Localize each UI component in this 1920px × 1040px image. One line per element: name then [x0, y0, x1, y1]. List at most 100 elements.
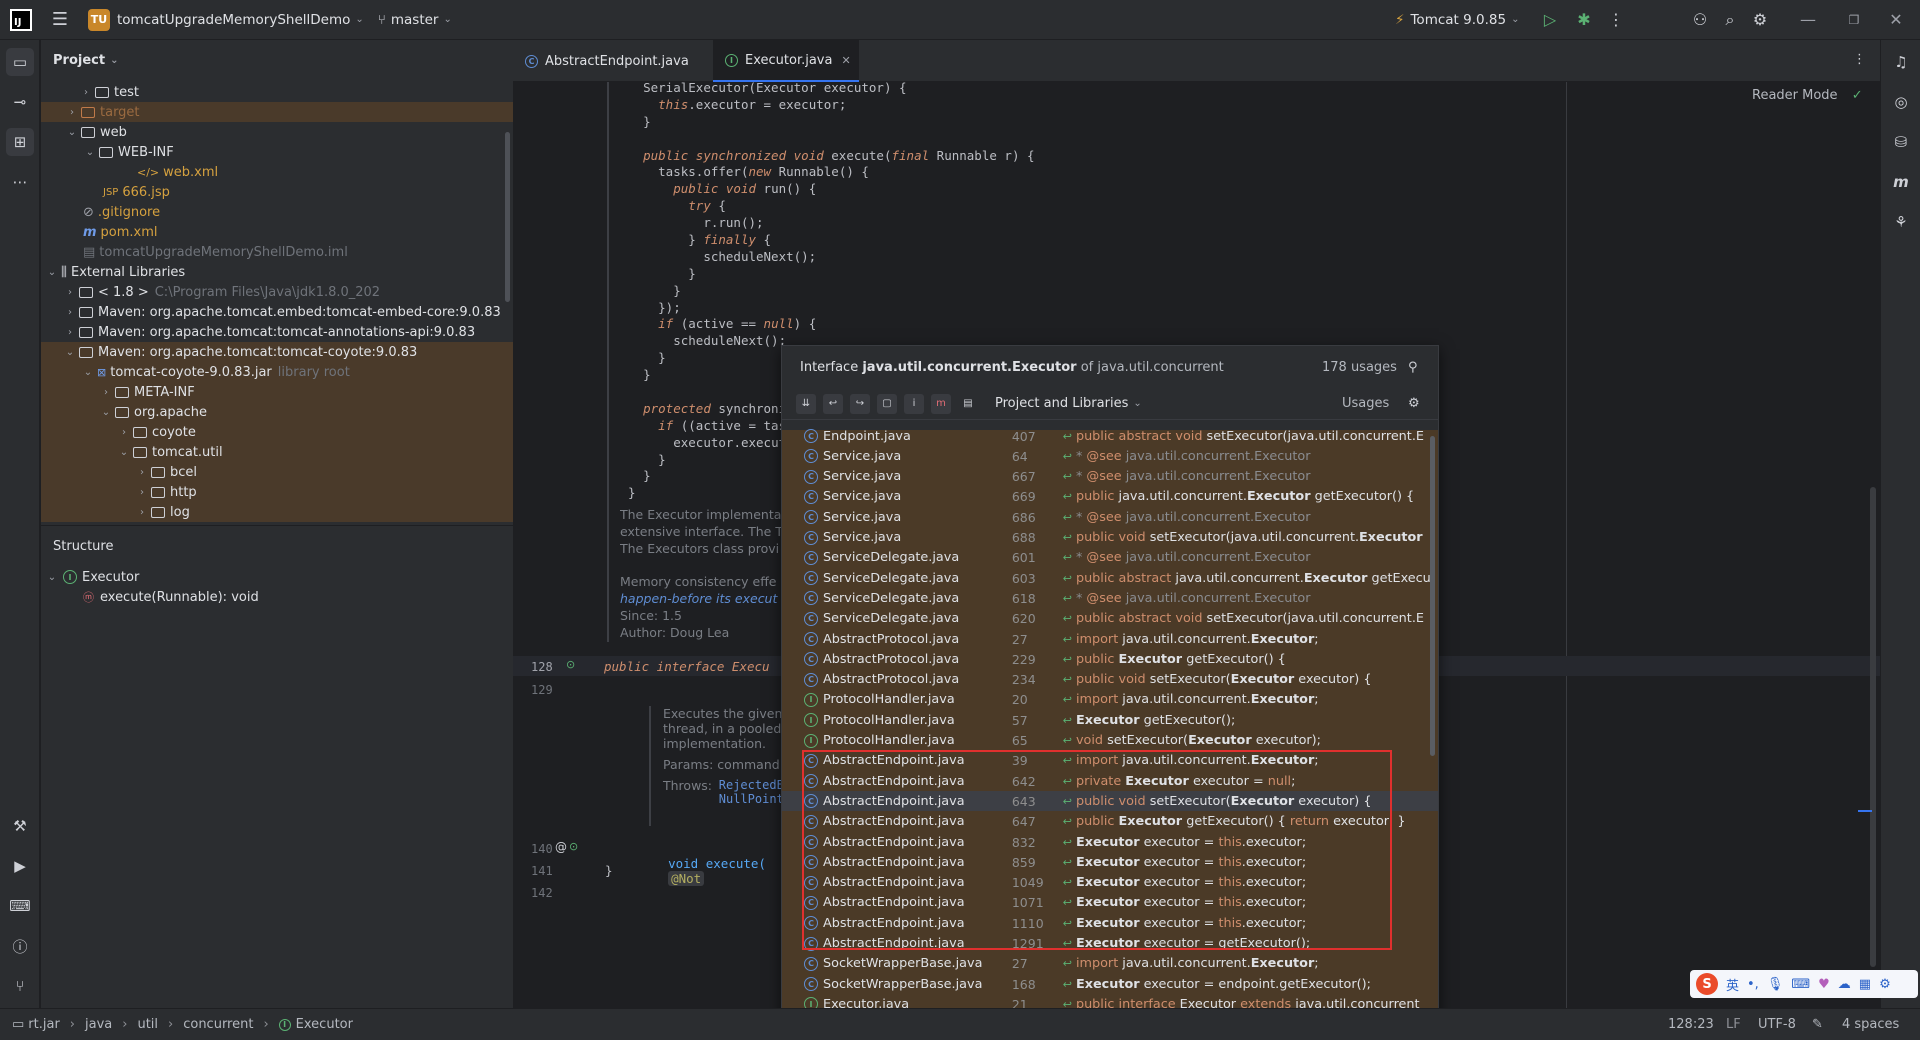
close-window-icon[interactable]: ✕ — [1876, 10, 1916, 29]
usage-row[interactable]: C AbstractProtocol.java 234 ↩ public void se… — [782, 670, 1438, 690]
breadcrumb-item[interactable]: Executor — [296, 1017, 353, 1032]
chevron-right-icon[interactable]: › — [63, 327, 77, 338]
breadcrumb-item[interactable]: util — [137, 1017, 158, 1032]
toolbox-icon[interactable]: ▦ — [1859, 977, 1871, 992]
database-icon[interactable]: ⛁ — [1887, 128, 1915, 156]
tree-row-666-jsp[interactable]: JSP 666.jsp — [41, 182, 513, 202]
readonly-lock-icon[interactable]: ✎ — [1812, 1017, 1823, 1032]
chevron-down-icon[interactable]: ⌄ — [117, 447, 131, 458]
structure-icon[interactable]: ⊞ — [6, 128, 34, 156]
group-by-module-icon[interactable]: ▢ — [877, 393, 897, 414]
tree-row-meta-inf[interactable]: › META-INF — [41, 382, 513, 402]
more-tools-icon[interactable]: ⋯ — [6, 168, 34, 196]
chevron-down-icon[interactable]: ⌄ — [65, 127, 79, 138]
settings-gear-icon[interactable]: ⚙ — [1408, 396, 1420, 411]
project-badge[interactable]: TU — [88, 8, 110, 31]
pin-icon[interactable]: ⚲ — [1408, 360, 1418, 375]
preview-icon[interactable]: ▤ — [958, 394, 978, 414]
usage-row[interactable]: I ProtocolHandler.java 65 ↩ void setExecutor… — [782, 731, 1438, 751]
tree-row-http[interactable]: › http — [41, 482, 513, 502]
method-filter-icon[interactable]: m — [931, 393, 951, 414]
maven-icon[interactable]: m — [1887, 168, 1915, 196]
tree-row-target[interactable]: › target — [41, 102, 513, 122]
tree-row-external-libraries[interactable]: ⌄ ⫼ External Libraries — [41, 262, 513, 282]
tab-executor[interactable]: I Executor.java ✕ — [713, 40, 859, 82]
minimize-icon[interactable]: — — [1788, 10, 1828, 29]
problems-icon[interactable]: ⓘ — [6, 932, 34, 960]
tree-row-maven-embed-core[interactable]: › Maven: org.apache.tomcat.embed:tomcat-e… — [41, 302, 513, 322]
chevron-down-icon[interactable]: ⌄ — [99, 407, 113, 418]
tree-row-web-xml[interactable]: </> web.xml — [41, 162, 513, 182]
microphone-icon[interactable]: 🎙 — [1767, 977, 1784, 992]
usage-row[interactable]: C ServiceDelegate.java 620 ↩ public abstract… — [782, 609, 1438, 629]
file-encoding[interactable]: UTF-8 — [1758, 1017, 1796, 1032]
commit-icon[interactable]: ⊸ — [6, 88, 34, 116]
tree-row-org-apache[interactable]: ⌄ org.apache — [41, 402, 513, 422]
reader-mode-toggle[interactable]: Reader Mode ✓ — [1752, 88, 1863, 103]
annotation-gutter-icon[interactable]: @ — [555, 840, 567, 854]
breadcrumb-item[interactable]: rt.jar — [28, 1017, 60, 1032]
run-config-selector[interactable]: ⚡ Tomcat 9.0.85 ⌄ — [1395, 12, 1519, 28]
main-menu-icon[interactable]: ☰ — [48, 9, 72, 30]
implemented-gutter-icon[interactable]: ⊙ — [569, 840, 578, 853]
usage-row[interactable]: C Service.java 688 ↩ public void setExecutor… — [782, 528, 1438, 548]
tree-row-pom-xml[interactable]: m pom.xml — [41, 222, 513, 242]
usage-row[interactable]: C ServiceDelegate.java 603 ↩ public abstract… — [782, 568, 1438, 588]
tree-row-web[interactable]: ⌄ web — [41, 122, 513, 142]
add-user-icon[interactable]: ⚇ — [1688, 10, 1712, 29]
keyboard-icon[interactable]: ⌨ — [1791, 977, 1810, 992]
settings-gear-icon[interactable]: ⚙ — [1748, 10, 1772, 29]
chevron-down-icon[interactable]: ⌄ — [83, 147, 97, 158]
tree-row-jdk[interactable]: › < 1.8 > C:\Program Files\Java\jdk1.8.0_2… — [41, 282, 513, 302]
terminal-icon[interactable]: ⌨ — [6, 892, 34, 920]
project-selector[interactable]: tomcatUpgradeMemoryShellDemo ⌄ — [117, 12, 364, 28]
run-icon[interactable]: ▷ — [1538, 10, 1562, 29]
punctuation-icon[interactable]: •, — [1747, 977, 1759, 992]
usage-row[interactable]: C Service.java 669 ↩ public java.util.concur… — [782, 487, 1438, 507]
chevron-right-icon[interactable]: › — [65, 107, 79, 118]
usage-row[interactable]: I ProtocolHandler.java 57 ↩ Executor getExec… — [782, 710, 1438, 730]
usage-row[interactable]: C ServiceDelegate.java 601 ↩ * @see java.uti… — [782, 548, 1438, 568]
hierarchy-icon[interactable]: ⚘ — [1887, 208, 1915, 236]
tree-row-test[interactable]: › test — [41, 82, 513, 102]
search-icon[interactable]: ⌕ — [1718, 10, 1742, 30]
tree-row-log[interactable]: › log — [41, 502, 513, 522]
chevron-right-icon[interactable]: › — [135, 487, 149, 498]
close-tab-icon[interactable]: ✕ — [841, 54, 850, 67]
usage-row[interactable]: C AbstractProtocol.java 229 ↩ public Executo… — [782, 649, 1438, 669]
chevron-right-icon[interactable]: › — [63, 287, 77, 298]
cloud-icon[interactable]: ☁ — [1838, 977, 1851, 992]
indent-setting[interactable]: 4 spaces — [1842, 1017, 1899, 1032]
chevron-right-icon[interactable]: › — [99, 387, 113, 398]
ime-language[interactable]: 英 — [1726, 975, 1739, 994]
structure-item-execute[interactable]: ⓜ execute(Runnable): void — [41, 587, 513, 607]
usage-row[interactable]: C SocketWrapperBase.java 168 ↩ Executor exec… — [782, 974, 1438, 994]
usage-row[interactable]: C AbstractProtocol.java 27 ↩ import java.uti… — [782, 629, 1438, 649]
usages-scrollbar[interactable] — [1430, 436, 1435, 756]
debug-icon[interactable]: ✱ — [1572, 10, 1596, 29]
breadcrumb-item[interactable]: concurrent — [183, 1017, 253, 1032]
chevron-right-icon[interactable]: › — [135, 507, 149, 518]
notifications-bell-icon[interactable]: ♫ — [1887, 48, 1915, 76]
caret-position[interactable]: 128:23 — [1668, 1017, 1714, 1032]
info-icon[interactable]: i — [904, 393, 924, 414]
chevron-down-icon[interactable]: ⌄ — [81, 367, 95, 378]
tree-row-iml[interactable]: ▤ tomcatUpgradeMemoryShellDemo.iml — [41, 242, 513, 262]
chevron-right-icon[interactable]: › — [79, 87, 93, 98]
line-separator[interactable]: LF — [1726, 1017, 1741, 1032]
breadcrumb-item[interactable]: java — [85, 1017, 112, 1032]
branch-selector[interactable]: ⑂ master ⌄ — [378, 12, 452, 28]
git-icon[interactable]: ⑂ — [6, 972, 34, 1000]
ime-toolbar[interactable]: S 英 •, 🎙 ⌨ ♥ ☁ ▦ ⚙ — [1690, 970, 1918, 998]
tabs-more-icon[interactable]: ⋮ — [1853, 52, 1866, 67]
chevron-right-icon[interactable]: › — [135, 467, 149, 478]
tree-row-maven-annotations[interactable]: › Maven: org.apache.tomcat:tomcat-annotat… — [41, 322, 513, 342]
ai-assistant-icon[interactable]: ◎ — [1887, 88, 1915, 116]
usage-row[interactable]: C Service.java 64 ↩ * @see java.util.concurr… — [782, 446, 1438, 466]
editor-scrollbar[interactable] — [1870, 487, 1876, 967]
usage-row[interactable]: C ServiceDelegate.java 618 ↩ * @see java.uti… — [782, 588, 1438, 608]
chevron-right-icon[interactable]: › — [117, 427, 131, 438]
chevron-down-icon[interactable]: ⌄ — [63, 347, 77, 358]
implemented-gutter-icon[interactable]: ⊙ — [566, 658, 575, 671]
usage-row[interactable]: C SocketWrapperBase.java 27 ↩ import java.ut… — [782, 954, 1438, 974]
